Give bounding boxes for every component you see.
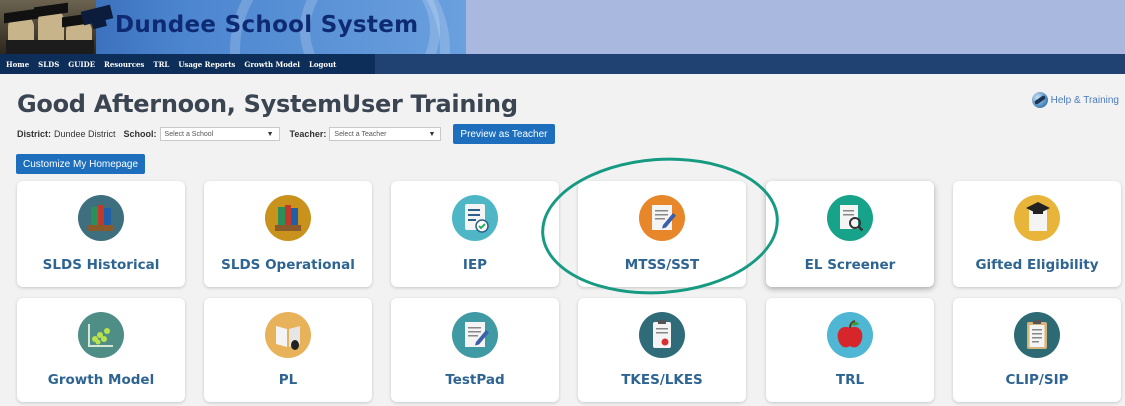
graduates-photo [0, 0, 96, 54]
tile-pl[interactable]: PL [204, 298, 372, 402]
teacher-label: Teacher: [289, 129, 327, 139]
notepad-pencil-icon [639, 195, 685, 241]
nav-usage-reports[interactable]: Usage Reports [178, 60, 235, 69]
tile-label: TKES/LKES [621, 372, 703, 388]
tile-iep[interactable]: IEP [391, 181, 559, 287]
nav-slds[interactable]: SLDS [38, 60, 59, 69]
customize-homepage-button[interactable]: Customize My Homepage [16, 154, 146, 174]
tile-slds-historical[interactable]: SLDS Historical [17, 181, 185, 287]
tile-label: Growth Model [47, 372, 155, 388]
teacher-select-value: Select a Teacher [334, 130, 387, 138]
nav-guide[interactable]: GUIDE [68, 60, 95, 69]
document-magnifier-icon [827, 195, 873, 241]
district-value: Dundee District [54, 129, 116, 139]
clipboard-apple-icon [639, 312, 685, 358]
tile-label: SLDS Operational [221, 257, 355, 273]
nav-logout[interactable]: Logout [309, 60, 336, 69]
clipboard-icon [1014, 312, 1060, 358]
district-label: District: [17, 129, 52, 139]
preview-as-teacher-button[interactable]: Preview as Teacher [453, 124, 555, 144]
tile-label: MTSS/SST [624, 257, 700, 273]
nav-trl[interactable]: TRL [153, 60, 169, 69]
main-nav: Home SLDS GUIDE Resources TRL Usage Repo… [0, 54, 1125, 74]
tile-slds-operational[interactable]: SLDS Operational [204, 181, 372, 287]
nav-growth-model[interactable]: Growth Model [244, 60, 300, 69]
page-title: Good Afternoon, SystemUser Training [17, 90, 518, 118]
tile-gifted-eligibility[interactable]: Gifted Eligibility [953, 181, 1121, 287]
header-banner: Dundee School System [0, 0, 1125, 54]
tile-trl[interactable]: TRL [766, 298, 934, 402]
tile-mtss-sst[interactable]: MTSS/SST [578, 181, 746, 287]
graduation-cap-icon [1014, 195, 1060, 241]
notepad-pencil-icon [452, 312, 498, 358]
school-label: School: [123, 129, 157, 139]
filter-row: District: Dundee District School: Select… [17, 124, 555, 144]
tile-label: IEP [462, 257, 488, 273]
nav-home[interactable]: Home [6, 60, 29, 69]
tile-clip-sip[interactable]: CLIP/SIP [953, 298, 1121, 402]
tile-label: EL Screener [804, 257, 896, 273]
school-select[interactable]: Select a School ▼ [159, 127, 280, 141]
school-select-value: Select a School [164, 130, 214, 138]
books-icon [265, 195, 311, 241]
book-mouse-icon [265, 312, 311, 358]
books-icon [78, 195, 124, 241]
chevron-down-icon: ▼ [428, 131, 436, 138]
nav-resources[interactable]: Resources [104, 60, 144, 69]
tile-tkes-lkes[interactable]: TKES/LKES [578, 298, 746, 402]
apple-icon [827, 312, 873, 358]
banner-graphic: Dundee School System [0, 0, 466, 54]
tile-label: Gifted Eligibility [975, 257, 1099, 273]
checklist-icon [452, 195, 498, 241]
help-training-link[interactable]: Help & Training [1031, 92, 1119, 108]
teacher-select[interactable]: Select a Teacher ▼ [329, 127, 442, 141]
tile-label: PL [278, 372, 298, 388]
tile-label: TestPad [445, 372, 505, 388]
chevron-down-icon: ▼ [266, 131, 274, 138]
tile-label: TRL [835, 372, 865, 388]
tile-el-screener[interactable]: EL Screener [766, 181, 934, 287]
tile-growth-model[interactable]: Growth Model [17, 298, 185, 402]
app-title: Dundee School System [115, 12, 419, 38]
tile-label: SLDS Historical [42, 257, 160, 273]
help-label: Help & Training [1050, 94, 1119, 106]
tile-label: CLIP/SIP [1005, 372, 1069, 388]
globe-icon [1031, 92, 1048, 108]
scatter-chart-icon [78, 312, 124, 358]
tile-testpad[interactable]: TestPad [391, 298, 559, 402]
